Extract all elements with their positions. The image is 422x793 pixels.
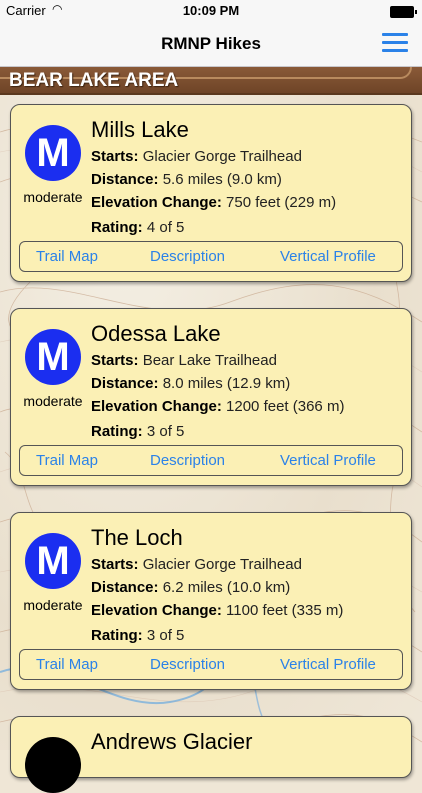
distance-value: 8.0 miles (12.9 km) [162,375,291,392]
section-title: BEAR LAKE AREA [9,70,179,91]
distance-value: 5.6 miles (9.0 km) [162,171,282,188]
difficulty-label: moderate [23,393,83,409]
status-bar: Carrier ◠ 10:09 PM [0,0,422,22]
rating-value: 3 of 5 [146,627,185,644]
rating-label: Rating: [91,627,143,644]
elevation-row: Elevation Change: 750 feet (229 m) [91,194,336,211]
rating-value: 3 of 5 [146,423,185,440]
difficulty-badge: M [25,125,81,181]
description-link[interactable]: Description [150,656,225,673]
vertical-profile-link[interactable]: Vertical Profile [280,656,376,673]
difficulty-badge: M [25,329,81,385]
card-links: Trail Map Description Vertical Profile [19,649,403,680]
section-header: BEAR LAKE AREA [0,67,422,95]
rating-row: Rating: 3 of 5 [91,423,184,440]
starts-label: Starts: [91,148,139,165]
menu-icon[interactable] [382,32,408,54]
hike-name: Mills Lake [91,117,189,142]
distance-row: Distance: 5.6 miles (9.0 km) [91,171,282,188]
elevation-row: Elevation Change: 1100 feet (335 m) [91,602,343,619]
difficulty-badge: M [25,533,81,589]
clock: 10:09 PM [182,3,240,18]
starts-value: Bear Lake Trailhead [142,352,277,369]
elevation-value: 1100 feet (335 m) [226,602,344,619]
card-links: Trail Map Description Vertical Profile [19,445,403,476]
hike-name: Odessa Lake [91,321,221,346]
difficulty-label: moderate [23,597,83,613]
hike-name: The Loch [91,525,183,550]
hike-card[interactable]: M moderate Mills Lake Starts: Glacier Go… [10,104,412,282]
elevation-value: 750 feet (229 m) [226,194,337,211]
description-link[interactable]: Description [150,248,225,265]
difficulty-label: moderate [23,189,83,205]
elevation-label: Elevation Change: [91,194,222,211]
starts-row: Starts: Glacier Gorge Trailhead [91,556,302,573]
navigation-bar: RMNP Hikes [0,22,422,67]
hike-card[interactable]: Andrews Glacier [10,716,412,793]
starts-row: Starts: Bear Lake Trailhead [91,352,277,369]
distance-label: Distance: [91,375,159,392]
elevation-row: Elevation Change: 1200 feet (366 m) [91,398,344,415]
distance-row: Distance: 6.2 miles (10.0 km) [91,579,290,596]
trail-map-link[interactable]: Trail Map [36,452,98,469]
hike-card[interactable]: M moderate Odessa Lake Starts: Bear Lake… [10,308,412,486]
vertical-profile-link[interactable]: Vertical Profile [280,452,376,469]
elevation-label: Elevation Change: [91,602,222,619]
rating-row: Rating: 4 of 5 [91,219,184,236]
hike-card[interactable]: M moderate The Loch Starts: Glacier Gorg… [10,512,412,690]
hike-name: Andrews Glacier [91,729,253,754]
description-link[interactable]: Description [150,452,225,469]
starts-label: Starts: [91,556,139,573]
rating-value: 4 of 5 [146,219,185,236]
distance-label: Distance: [91,171,159,188]
rating-row: Rating: 3 of 5 [91,627,184,644]
card-links: Trail Map Description Vertical Profile [19,241,403,272]
distance-row: Distance: 8.0 miles (12.9 km) [91,375,290,392]
elevation-label: Elevation Change: [91,398,222,415]
trail-map-link[interactable]: Trail Map [36,248,98,265]
rating-label: Rating: [91,219,143,236]
starts-row: Starts: Glacier Gorge Trailhead [91,148,302,165]
difficulty-badge [25,737,81,793]
page-title: RMNP Hikes [161,34,261,53]
distance-label: Distance: [91,579,159,596]
vertical-profile-link[interactable]: Vertical Profile [280,248,376,265]
rating-label: Rating: [91,423,143,440]
starts-label: Starts: [91,352,139,369]
starts-value: Glacier Gorge Trailhead [142,148,302,165]
trail-map-link[interactable]: Trail Map [36,656,98,673]
distance-value: 6.2 miles (10.0 km) [162,579,291,596]
starts-value: Glacier Gorge Trailhead [142,556,302,573]
battery-icon [390,6,417,18]
elevation-value: 1200 feet (366 m) [226,398,345,415]
